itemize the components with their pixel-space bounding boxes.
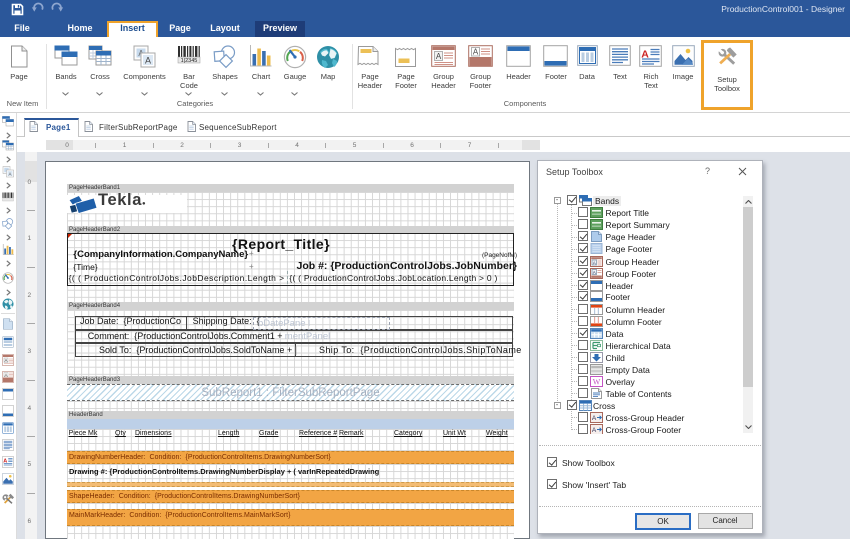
svg-text:A: A — [473, 48, 479, 57]
svg-text:A: A — [4, 372, 7, 377]
svg-text:A: A — [4, 358, 7, 363]
svg-text:A: A — [8, 171, 11, 176]
svg-text:A: A — [592, 269, 595, 274]
svg-text:A: A — [592, 260, 595, 265]
svg-text:A: A — [436, 52, 442, 61]
svg-text:A: A — [591, 427, 596, 434]
svg-text:A: A — [145, 56, 151, 66]
svg-text:W: W — [592, 377, 600, 386]
svg-text:A: A — [591, 415, 596, 422]
svg-text:1|2345: 1|2345 — [181, 58, 198, 64]
